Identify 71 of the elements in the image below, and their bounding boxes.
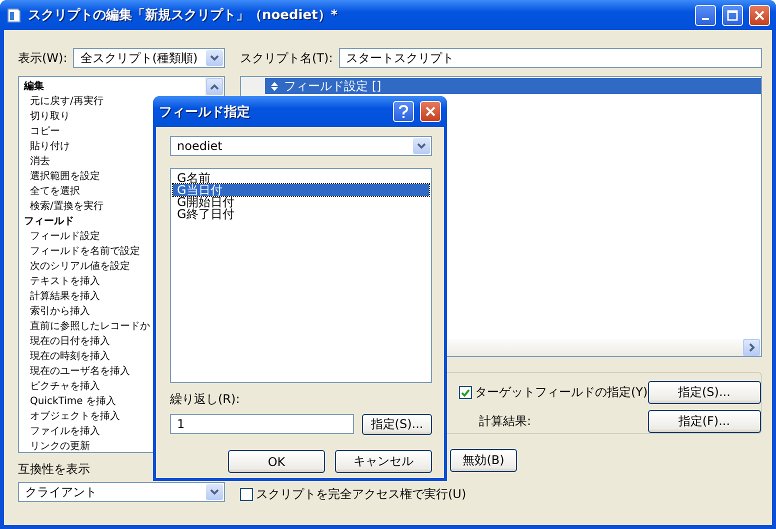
command-item[interactable]: コピー [22,124,60,139]
specify-button[interactable]: 指定(S)... [648,381,761,404]
view-label: 表示(W): [18,50,68,66]
command-item[interactable]: ピクチャを挿入 [22,379,100,394]
window-title: スクリプトの編集「新規スクリプト」（noediet）* [28,6,339,24]
script-step[interactable]: フィールド設定 [] [265,78,761,94]
command-item[interactable]: 現在のユーザ名を挿入 [22,364,130,379]
specify-button[interactable]: 指定(S)... [362,414,432,435]
command-item[interactable]: 元に戻す/再実行 [22,94,104,109]
command-item[interactable]: 消去 [22,154,50,169]
command-item[interactable]: テキストを挿入 [22,274,100,289]
calc-result-label: 計算結果: [478,413,532,430]
view-dropdown[interactable]: 全スクリプト(種類順) [73,48,225,68]
category-heading: フィールド [23,215,74,229]
help-button[interactable] [393,101,414,122]
close-icon [754,10,765,20]
checkbox[interactable] [240,488,253,501]
command-item[interactable]: 貼り付け [22,139,70,154]
command-item[interactable]: 直前に参照したレコードか [22,319,150,334]
ok-button[interactable]: OK [228,450,325,473]
field-item[interactable]: G当日付 [173,184,429,196]
compat-label: 互換性を表示 [18,461,90,476]
dialog-title: フィールド指定 [159,104,251,120]
full-access-label: スクリプトを完全アクセス権で実行(U) [256,486,466,503]
command-item[interactable]: 検索/置換を実行 [22,199,104,214]
script-name-label: スクリプト名(T): [240,50,333,66]
compat-dropdown[interactable]: クライアント [18,482,225,502]
field-item[interactable]: G名前 [173,172,429,184]
specify-button[interactable]: 指定(F)... [648,410,761,433]
minimize-button[interactable] [695,4,716,26]
scroll-right-button[interactable] [743,339,760,356]
minimize-icon [702,18,709,20]
scroll-up-button[interactable] [206,78,223,95]
command-item[interactable]: フィールドを名前で設定 [22,244,140,259]
command-item[interactable]: 次のシリアル値を設定 [22,259,130,274]
command-item[interactable]: 全てを選択 [22,184,80,199]
chevron-down-icon [210,489,219,495]
command-item[interactable]: リンクの更新 [22,439,90,452]
command-item[interactable]: 索引から挿入 [22,304,90,319]
maximize-button[interactable] [722,4,743,26]
script-name-field[interactable]: スタートスクリプト [338,48,762,68]
help-icon [398,104,409,118]
move-handle-icon[interactable] [271,82,278,90]
command-item[interactable]: QuickTime を挿入 [22,394,116,409]
table-dropdown[interactable]: noediet [170,136,432,156]
command-item[interactable]: フィールド設定 [22,229,100,244]
maximize-icon [727,10,738,20]
checkbox[interactable] [459,386,472,399]
category-heading: 編集 [22,80,44,94]
field-item[interactable]: G開始日付 [173,196,429,208]
chevron-down-icon [417,143,426,149]
command-item[interactable]: ファイルを挿入 [22,424,100,439]
repeat-label: 繰り返し(R): [170,391,240,406]
target-field-label: ターゲットフィールドの指定(Y) [475,384,648,401]
close-icon [425,106,436,117]
field-item[interactable]: G終了日付 [173,208,429,220]
command-item[interactable]: 選択範囲を設定 [22,169,100,184]
cancel-button[interactable]: キャンセル [335,450,432,473]
close-button[interactable] [749,4,770,26]
close-button[interactable] [420,101,441,122]
command-item[interactable]: 計算結果を挿入 [22,289,100,304]
chevron-down-icon [210,55,219,61]
command-item[interactable]: 切り取り [22,109,70,124]
command-item[interactable]: オブジェクトを挿入 [22,409,120,424]
command-item[interactable]: 現在の日付を挿入 [22,334,110,349]
command-item[interactable]: 現在の時刻を挿入 [22,349,110,364]
chevron-right-icon [748,343,754,352]
chevron-up-icon [210,84,219,90]
disable-button[interactable]: 無効(B) [450,449,517,472]
script-icon [6,7,22,23]
repeat-field[interactable]: 1 [170,414,354,434]
